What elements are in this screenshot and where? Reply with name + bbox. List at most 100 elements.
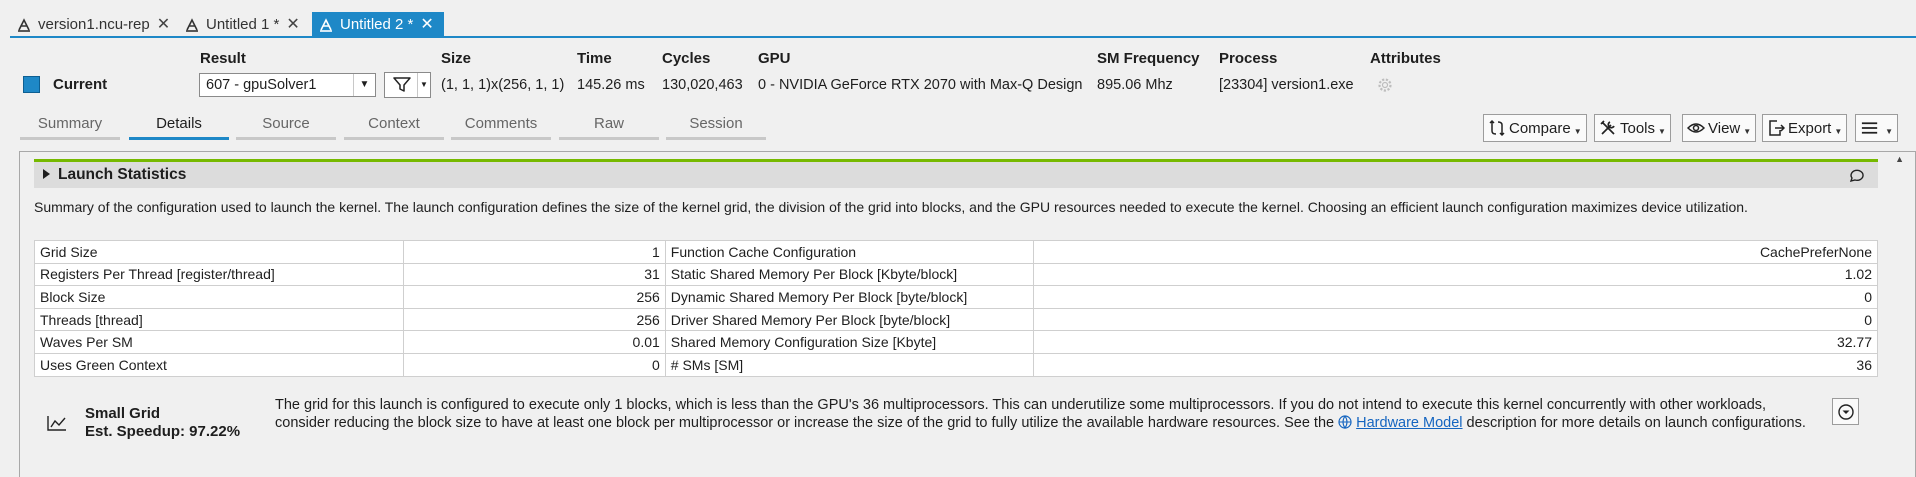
filter-icon [393, 77, 411, 92]
tab-summary[interactable]: Summary [20, 115, 120, 140]
attributes-header: Attributes [1370, 50, 1441, 67]
eye-icon [1687, 123, 1705, 133]
report-icon [320, 17, 332, 32]
doc-tab-untitled-1[interactable]: Untitled 1 * ✕ [178, 12, 306, 37]
gpu-header: GPU [758, 50, 791, 67]
document-tab-bar: version1.ncu-rep ✕ Untitled 1 * ✕ Untitl… [0, 0, 1916, 38]
tools-button[interactable]: Tools ▼ [1594, 114, 1671, 142]
gear-icon[interactable] [1377, 77, 1393, 93]
expand-caret-icon[interactable] [43, 169, 50, 179]
size-value: (1, 1, 1)x(256, 1, 1) [441, 77, 565, 93]
export-label: Export [1788, 119, 1832, 137]
left-metric-value: 31 [402, 262, 666, 287]
rule-speedup: Est. Speedup: 97.22% [85, 423, 241, 440]
right-metric-value: 1.02 [1033, 262, 1878, 287]
rule-description: The grid for this launch is configured t… [275, 396, 1820, 432]
right-metric-name: Driver Shared Memory Per Block [byte/blo… [664, 307, 1035, 332]
doc-tab-label: Untitled 1 * [206, 16, 280, 33]
compare-button[interactable]: Compare ▼ [1483, 114, 1587, 142]
chevron-down-icon: ▼ [1743, 127, 1752, 136]
launch-statistics-table: Grid Size 1 Function Cache Configuration Ca… [34, 240, 1878, 377]
rule-text-after: description for more details on launch c… [1462, 415, 1806, 431]
doc-tab-label: version1.ncu-rep [38, 16, 150, 33]
doc-tab-label: Untitled 2 * [340, 16, 414, 33]
view-button[interactable]: View ▼ [1682, 114, 1757, 142]
table-row: Waves Per SM 0.01 Shared Memory Configurat… [34, 330, 1878, 354]
table-row: Registers Per Thread [register/thread] 31… [34, 262, 1878, 287]
table-row: Grid Size 1 Function Cache Configuration Ca… [34, 240, 1878, 264]
time-header: Time [577, 50, 612, 67]
left-metric-name: Threads [thread] [34, 307, 404, 332]
tab-source[interactable]: Source [236, 115, 336, 140]
right-metric-name: Dynamic Shared Memory Per Block [byte/bl… [664, 285, 1035, 309]
launch-statistics-header[interactable]: Launch Statistics [34, 159, 1878, 188]
gpu-value: 0 - NVIDIA GeForce RTX 2070 with Max-Q D… [758, 77, 1083, 93]
doc-tab-version1[interactable]: version1.ncu-rep ✕ [10, 12, 176, 37]
doc-tab-untitled-2[interactable]: Untitled 2 * ✕ [312, 12, 444, 37]
result-select[interactable]: 607 - gpuSolver1 ▼ [199, 73, 376, 97]
left-metric-name: Waves Per SM [34, 330, 404, 354]
tab-context[interactable]: Context [344, 115, 444, 140]
result-select-value: 607 - gpuSolver1 [206, 77, 317, 93]
chevron-down-icon: ▼ [1573, 127, 1582, 136]
table-row: Block Size 256 Dynamic Shared Memory Per B… [34, 285, 1878, 309]
chevron-down-icon[interactable]: ▼ [353, 74, 375, 96]
hamburger-menu-icon [1861, 122, 1878, 134]
tab-comments[interactable]: Comments [451, 115, 551, 140]
section-description: Summary of the configuration used to lau… [34, 199, 1748, 215]
filter-button[interactable]: ▼ [384, 72, 431, 98]
report-icon [186, 17, 198, 32]
rule-title: Small Grid [85, 405, 161, 422]
chevron-down-circle-icon [1838, 404, 1854, 420]
tab-raw[interactable]: Raw [559, 115, 659, 140]
tab-session[interactable]: Session [666, 115, 766, 140]
left-metric-value: 256 [402, 307, 666, 332]
menu-button[interactable]: ▼ [1855, 114, 1898, 142]
scroll-up-icon[interactable]: ▲ [1895, 154, 1904, 164]
current-label: Current [53, 76, 108, 93]
cycles-header: Cycles [662, 50, 711, 67]
left-metric-value: 0.01 [402, 330, 666, 354]
trend-chart-icon [47, 416, 66, 431]
sm-frequency-value: 895.06 Mhz [1097, 77, 1173, 93]
right-metric-value: 0 [1033, 307, 1878, 332]
comment-icon[interactable] [1848, 168, 1866, 184]
right-metric-name: # SMs [SM] [664, 352, 1035, 377]
right-metric-name: Shared Memory Configuration Size [Kbyte] [664, 330, 1035, 354]
globe-icon[interactable] [1338, 415, 1352, 429]
hardware-model-link[interactable]: Hardware Model [1356, 415, 1462, 431]
tools-icon [1600, 120, 1615, 135]
vertical-scrollbar[interactable] [1893, 152, 1908, 477]
report-icon [18, 17, 30, 32]
view-label: View [1708, 119, 1741, 137]
left-metric-name: Grid Size [34, 240, 404, 264]
expand-rule-button[interactable] [1832, 398, 1859, 425]
left-metric-value: 256 [402, 285, 666, 309]
left-metric-name: Uses Green Context [34, 352, 404, 377]
process-value: [23304] version1.exe [1219, 77, 1354, 93]
right-metric-name: Function Cache Configuration [664, 240, 1035, 264]
chevron-down-icon: ▼ [1834, 127, 1843, 136]
export-icon [1769, 120, 1785, 136]
tab-details[interactable]: Details [129, 115, 229, 140]
left-metric-value: 0 [402, 352, 666, 377]
close-icon[interactable]: ✕ [157, 16, 170, 33]
chevron-down-icon[interactable]: ▼ [417, 73, 430, 97]
close-icon[interactable]: ✕ [420, 16, 433, 33]
compare-label: Compare [1509, 119, 1571, 137]
section-title: Launch Statistics [58, 166, 187, 183]
close-icon[interactable]: ✕ [286, 16, 299, 33]
right-metric-value: CachePreferNone [1033, 240, 1878, 264]
export-button[interactable]: Export ▼ [1762, 114, 1848, 142]
current-color-swatch [23, 76, 40, 93]
time-value: 145.26 ms [577, 77, 645, 93]
size-header: Size [441, 50, 472, 67]
table-row: Threads [thread] 256 Driver Shared Memory … [34, 307, 1878, 332]
chevron-down-icon: ▼ [1885, 127, 1893, 136]
right-metric-value: 32.77 [1033, 330, 1878, 354]
result-header: Result [200, 50, 246, 67]
process-header: Process [1219, 50, 1278, 67]
right-metric-value: 0 [1033, 285, 1878, 309]
right-metric-name: Static Shared Memory Per Block [Kbyte/bl… [664, 262, 1035, 287]
tools-label: Tools [1620, 119, 1656, 137]
